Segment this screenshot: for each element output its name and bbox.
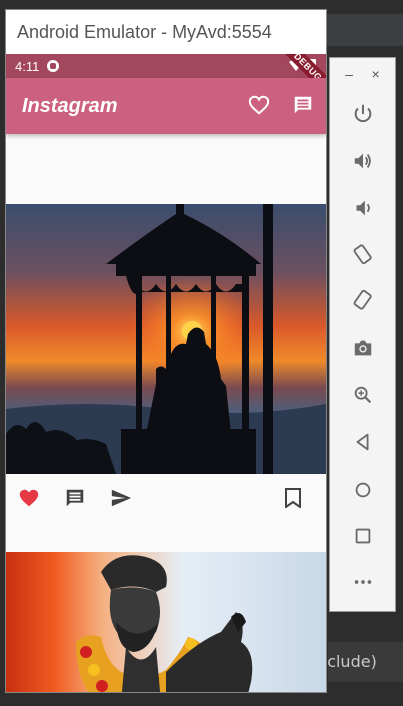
app-title: Instagram — [22, 94, 118, 117]
rotate-left-icon — [353, 244, 372, 265]
statue-garland-image — [6, 552, 326, 692]
share-button[interactable] — [110, 487, 132, 509]
overview-icon — [355, 528, 371, 544]
screenshot-button[interactable] — [351, 336, 375, 360]
background-window-strip — [323, 14, 403, 46]
more-button[interactable] — [351, 570, 375, 594]
send-icon — [111, 489, 132, 507]
message-icon[interactable] — [292, 94, 314, 116]
power-button[interactable] — [351, 102, 375, 126]
volume-up-icon — [354, 153, 371, 169]
home-button[interactable] — [351, 478, 375, 502]
rotate-right-button[interactable] — [351, 288, 375, 312]
panel-close-button[interactable]: × — [372, 66, 380, 82]
emulator-side-panel: – × — [329, 57, 396, 612]
camera-icon — [354, 340, 372, 356]
app-bar: Instagram — [6, 78, 326, 134]
back-icon — [356, 433, 369, 451]
bookmark-icon — [285, 488, 301, 509]
phone-screen: 4:11 DEBUG Instagram — [6, 54, 326, 692]
rotate-right-icon — [353, 289, 372, 310]
emulator-titlebar[interactable]: Android Emulator - MyAvd:5554 — [6, 10, 326, 54]
app-notification-icon — [47, 60, 60, 72]
bookmark-button[interactable] — [284, 488, 302, 513]
feed-gap — [6, 522, 326, 552]
emulator-title: Android Emulator - MyAvd:5554 — [17, 21, 272, 42]
heart-filled-icon — [19, 489, 39, 507]
post-image-1[interactable] — [6, 204, 326, 474]
panel-minimize-button[interactable]: – — [345, 66, 353, 82]
volume-up-button[interactable] — [351, 149, 375, 173]
overview-button[interactable] — [351, 524, 375, 548]
feed-spacer — [6, 134, 326, 204]
back-button[interactable] — [351, 430, 375, 454]
post-image-2[interactable] — [6, 552, 326, 692]
more-icon — [354, 580, 372, 584]
sunset-silhouette-image — [6, 204, 326, 474]
status-time: 4:11 — [15, 58, 40, 74]
emulator-window: Android Emulator - MyAvd:5554 4:11 DEBUG… — [5, 9, 327, 693]
like-button[interactable] — [18, 487, 40, 509]
volume-down-icon — [356, 200, 370, 216]
rotate-left-button[interactable] — [351, 242, 375, 266]
zoom-icon — [354, 386, 372, 404]
comment-icon — [66, 489, 84, 507]
post-actions — [6, 474, 326, 522]
comment-button[interactable] — [64, 487, 86, 509]
power-icon — [354, 104, 372, 123]
volume-down-button[interactable] — [351, 196, 375, 220]
home-icon — [355, 482, 371, 498]
heart-outline-icon[interactable] — [248, 94, 270, 116]
status-bar: 4:11 DEBUG — [6, 54, 326, 101]
zoom-button[interactable] — [351, 383, 375, 407]
